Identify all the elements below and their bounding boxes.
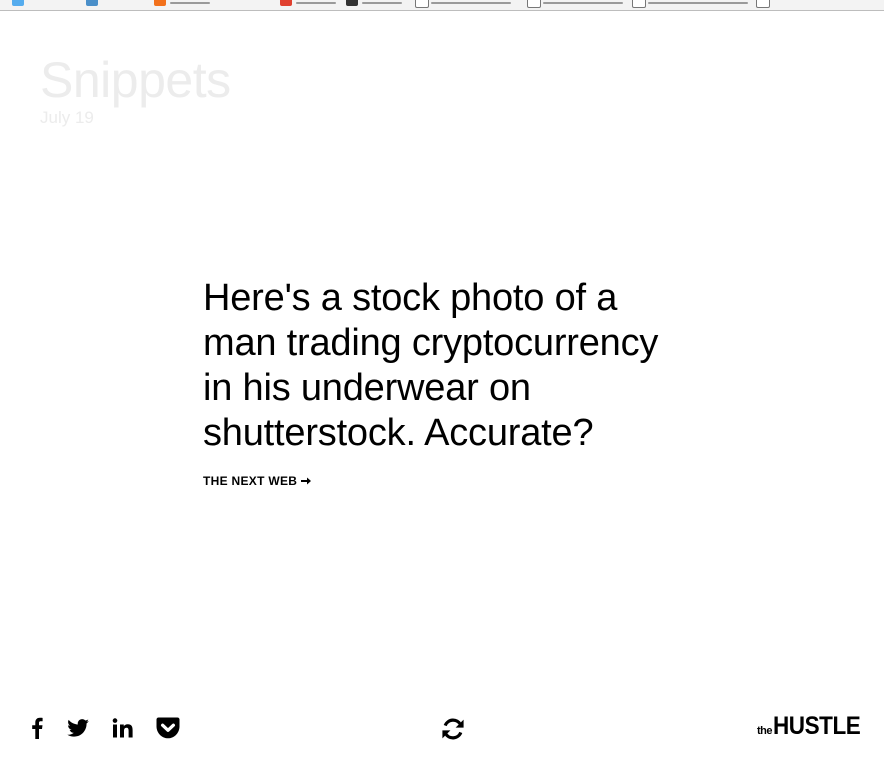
page-title: Snippets [40,52,231,108]
facebook-icon [32,717,43,739]
source-link[interactable]: THE NEXT WEB [203,474,312,488]
page-bookmark-icon [415,0,429,8]
page-bookmark-icon [527,0,541,8]
page-date: July 19 [40,108,94,127]
the-hustle-logo[interactable]: the HUSTLE [757,714,870,739]
page-bookmark-icon [756,0,770,8]
pocket-icon [156,717,180,739]
site-bookmark-icon [86,0,98,6]
snippet-card: Here's a stock photo of a man trading cr… [203,276,673,490]
site-bookmark-icon [346,0,358,6]
twitter-bookmark-icon [12,0,24,6]
logo-wordmark: HUSTLE [773,712,861,740]
page-bookmark-icon [632,0,646,8]
logo-prefix: the [757,725,773,737]
snippet-headline[interactable]: Here's a stock photo of a man trading cr… [203,276,673,456]
share-bar [28,714,200,742]
refresh-icon [442,718,464,740]
twitter-icon [67,719,89,737]
twitter-share-button[interactable] [65,714,91,742]
linkedin-icon [112,718,133,738]
refresh-button[interactable] [440,716,466,742]
site-bookmark-icon [280,0,292,6]
site-bookmark-icon [154,0,166,6]
pocket-share-button[interactable] [155,714,181,742]
page-header: Snippets July 19 [40,52,231,128]
facebook-share-button[interactable] [28,714,46,742]
arrow-right-icon [301,477,312,485]
source-label: THE NEXT WEB [203,474,298,488]
linkedin-share-button[interactable] [110,714,136,742]
bookmarks-bar [0,0,884,11]
